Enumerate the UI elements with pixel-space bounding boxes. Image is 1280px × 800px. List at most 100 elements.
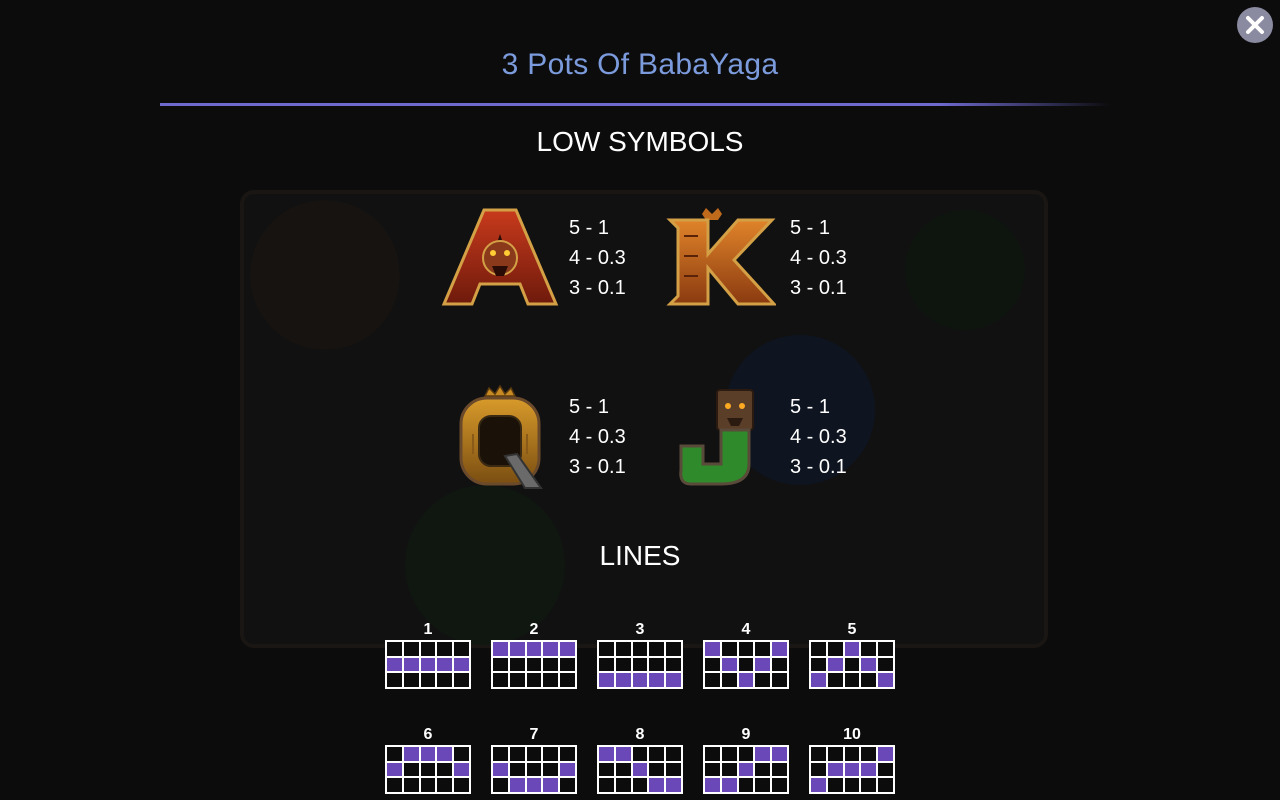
payline-cell-active <box>878 673 893 687</box>
pay-3: 3 - 0.1 <box>569 277 626 299</box>
pay-3: 3 - 0.1 <box>790 456 847 478</box>
payline-cell-active <box>509 642 525 656</box>
symbol-k-icon <box>664 206 778 313</box>
low-symbols-heading: LOW SYMBOLS <box>536 126 744 157</box>
payline-cell-active <box>844 642 860 656</box>
payline-cell <box>755 778 771 792</box>
payline-cell <box>387 673 402 687</box>
payline-cell-active <box>615 673 631 687</box>
payline-cell <box>437 642 453 656</box>
payline-cell-active <box>811 778 826 792</box>
payline-cell <box>772 778 787 792</box>
payline-cell <box>666 642 681 656</box>
payline-cell <box>543 673 559 687</box>
payline-cell <box>738 642 754 656</box>
symbol-k-pays: 5 - 1 4 - 0.3 3 - 0.1 <box>790 213 847 303</box>
payline-cell <box>599 778 614 792</box>
payline-cell-active <box>705 778 720 792</box>
payline-cell <box>526 747 542 761</box>
payline-grid <box>809 640 895 689</box>
payline-cell <box>649 762 665 777</box>
payline-cell <box>437 762 453 777</box>
payline-cell-active <box>827 762 843 777</box>
symbol-q-pays: 5 - 1 4 - 0.3 3 - 0.1 <box>569 392 626 482</box>
payline-cell-active <box>387 762 402 777</box>
payline-cell <box>560 673 575 687</box>
payline-cell <box>454 747 469 761</box>
payline-1: 1 <box>385 620 471 689</box>
payline-number: 6 <box>423 726 433 743</box>
payline-cell <box>387 642 402 656</box>
payline-5: 5 <box>809 620 895 689</box>
payline-cell <box>437 673 453 687</box>
payline-cell <box>387 778 402 792</box>
payline-6: 6 <box>385 725 471 794</box>
payline-cell <box>493 747 508 761</box>
payline-grid <box>597 745 683 794</box>
payline-grid <box>385 640 471 689</box>
payline-cell <box>844 747 860 761</box>
payline-3: 3 <box>597 620 683 689</box>
payline-cell <box>666 747 681 761</box>
payline-cell <box>755 673 771 687</box>
payline-cell-active <box>632 673 648 687</box>
payline-9: 9 <box>703 725 789 794</box>
payline-cell <box>454 673 469 687</box>
payline-cell-active <box>526 642 542 656</box>
payline-cell <box>403 762 419 777</box>
payline-number: 9 <box>741 726 751 743</box>
payline-number: 10 <box>843 726 861 743</box>
symbol-j-pays: 5 - 1 4 - 0.3 3 - 0.1 <box>790 392 847 482</box>
payline-cell <box>493 673 508 687</box>
payline-cell-active <box>738 762 754 777</box>
payline-cell-active <box>420 657 436 672</box>
payline-cell-active <box>560 762 575 777</box>
payline-cell <box>632 657 648 672</box>
payline-cell <box>599 642 614 656</box>
payline-cell <box>721 762 737 777</box>
payline-cell-active <box>844 762 860 777</box>
payline-cell <box>509 673 525 687</box>
payline-cell <box>827 778 843 792</box>
payline-cell <box>649 642 665 656</box>
payline-cell <box>738 657 754 672</box>
payline-cell <box>615 642 631 656</box>
pay-5: 5 - 1 <box>569 396 610 418</box>
payline-cell <box>403 778 419 792</box>
payline-cell <box>526 673 542 687</box>
payline-number: 8 <box>635 726 645 743</box>
payline-cell <box>649 747 665 761</box>
payline-grid <box>809 745 895 794</box>
pay-5: 5 - 1 <box>790 217 831 239</box>
payline-cell-active <box>543 642 559 656</box>
pay-4: 4 - 0.3 <box>790 426 847 448</box>
payline-cell <box>705 673 720 687</box>
payline-cell <box>772 762 787 777</box>
payline-cell <box>454 642 469 656</box>
payline-2: 2 <box>491 620 577 689</box>
payline-cell-active <box>721 657 737 672</box>
payline-number: 5 <box>847 621 857 638</box>
payline-cell <box>403 673 419 687</box>
payline-cell <box>738 778 754 792</box>
payline-cell-active <box>437 747 453 761</box>
payline-number: 1 <box>423 621 433 638</box>
payline-cell <box>387 747 402 761</box>
payline-7: 7 <box>491 725 577 794</box>
payline-cell-active <box>599 673 614 687</box>
payline-cell <box>844 673 860 687</box>
payline-cell <box>827 642 843 656</box>
payline-cell <box>878 762 893 777</box>
close-x-icon <box>1246 16 1264 34</box>
close-button[interactable] <box>1237 7 1273 43</box>
payline-cell-active <box>526 778 542 792</box>
title-divider <box>160 103 1110 106</box>
payline-cell-active <box>738 673 754 687</box>
payline-cell <box>509 747 525 761</box>
pay-4: 4 - 0.3 <box>569 426 626 448</box>
payline-cell-active <box>827 657 843 672</box>
payline-cell <box>844 778 860 792</box>
payline-cell-active <box>454 657 469 672</box>
symbol-a-icon <box>440 206 560 313</box>
payline-cell <box>599 762 614 777</box>
